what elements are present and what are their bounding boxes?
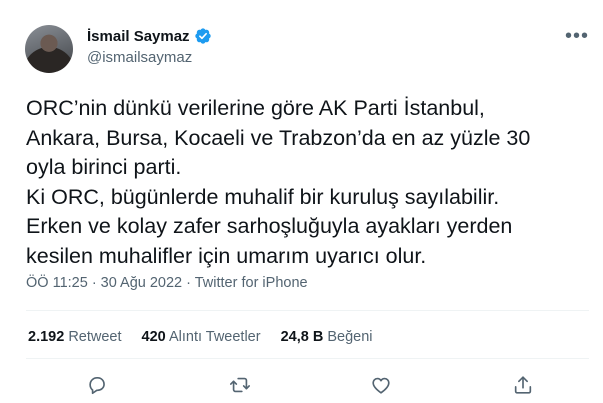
action-bar xyxy=(0,372,603,400)
like-icon[interactable] xyxy=(368,372,394,398)
avatar[interactable] xyxy=(25,25,73,73)
like-stat[interactable]: 24,8 B Beğeni xyxy=(281,329,373,345)
tweet-meta[interactable]: ÖÖ 11:25 · 30 Ağu 2022 · Twitter for iPh… xyxy=(26,275,308,291)
tweet-stats: 2.192 Retweet 420 Alıntı Tweetler 24,8 B… xyxy=(28,329,373,345)
quote-label: Alıntı Tweetler xyxy=(168,329,261,345)
quote-stat[interactable]: 420 Alıntı Tweetler xyxy=(142,329,261,345)
divider xyxy=(26,310,589,311)
more-icon[interactable]: ••• xyxy=(565,26,589,46)
tweet-line: Erken ve kolay zafer sarhoşluğuyla ayakl… xyxy=(26,214,513,238)
verified-badge-icon xyxy=(194,27,212,45)
author-name[interactable]: İsmail Saymaz xyxy=(87,28,190,45)
retweet-icon[interactable] xyxy=(227,372,253,398)
author-handle[interactable]: @ismailsaymaz xyxy=(87,49,192,66)
tweet-line: Ankara, Bursa, Kocaeli ve Trabzon’da en … xyxy=(26,125,531,150)
retweet-stat[interactable]: 2.192 Retweet xyxy=(28,329,122,345)
share-icon[interactable] xyxy=(510,372,536,398)
divider xyxy=(26,358,589,359)
reply-icon[interactable] xyxy=(84,372,110,398)
tweet-text: ORC’nin dünkü verilerine göre AK Parti İ… xyxy=(26,94,586,271)
tweet-line: ORC’nin dünkü verilerine göre AK Parti İ… xyxy=(26,96,485,120)
like-count: 24,8 B xyxy=(280,329,324,345)
tweet-line: oyla birinci parti. xyxy=(26,155,182,179)
retweet-count: 2.192 xyxy=(28,329,65,345)
tweet-line: kesilen muhalifler için umarım uyarıcı o… xyxy=(26,243,427,268)
author-name-row: İsmail Saymaz xyxy=(87,27,212,45)
quote-count: 420 xyxy=(141,329,166,345)
tweet-line: Ki ORC, bügünlerde muhalif bir kuruluş s… xyxy=(26,184,500,209)
retweet-label: Retweet xyxy=(68,329,122,345)
like-label: Beğeni xyxy=(327,329,373,345)
